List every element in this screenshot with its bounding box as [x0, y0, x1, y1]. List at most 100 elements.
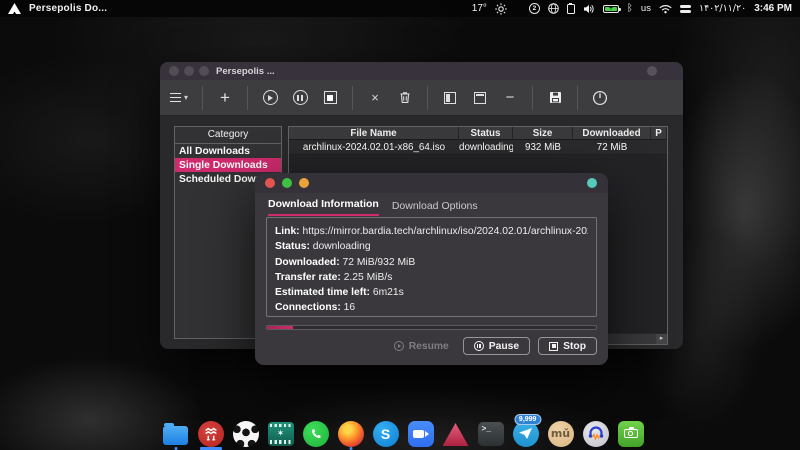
dock-item-telegram[interactable]: 9,999: [512, 420, 539, 447]
battery-charging-glyph: +: [609, 5, 613, 12]
volume-icon[interactable]: [583, 4, 595, 14]
table-header-row: File Name Status Size Downloaded P: [289, 127, 667, 140]
progress-fill: [267, 326, 293, 329]
download-progress-dialog: Download Information Download Options Li…: [255, 173, 608, 365]
globe-icon[interactable]: [548, 3, 559, 14]
minimize-window-button[interactable]: [184, 66, 194, 76]
window-icon: [474, 92, 486, 104]
column-header-progress[interactable]: P: [651, 127, 667, 139]
pause-download-button[interactable]: [292, 85, 308, 111]
column-header-status[interactable]: Status: [459, 127, 513, 139]
dock-item-musescore[interactable]: mǔ: [547, 420, 574, 447]
pause-button[interactable]: Pause: [463, 337, 530, 355]
sidebar-item-single-downloads[interactable]: Single Downloads: [175, 158, 281, 172]
battery-icon[interactable]: +: [603, 5, 619, 13]
menu-bar-clock[interactable]: 3:46 PM: [754, 3, 792, 14]
clock-icon: [592, 90, 608, 106]
remove-download-button[interactable]: ×: [367, 85, 383, 111]
clipboard-icon[interactable]: [567, 4, 575, 14]
weather-sun-icon[interactable]: [495, 3, 507, 15]
info-connections-value: 16: [344, 302, 355, 313]
save-floppy-icon: [549, 91, 562, 104]
info-link-value: https://mirror.bardia.tech/archlinux/iso…: [302, 226, 588, 237]
download-progress-bar: [266, 325, 597, 330]
film-strip-icon: ✶: [268, 422, 294, 446]
column-header-downloaded[interactable]: Downloaded: [573, 127, 651, 139]
info-status-label: Status:: [275, 241, 310, 252]
side-panel-icon: [444, 92, 456, 104]
add-download-button[interactable]: +: [217, 85, 233, 111]
main-window-titlebar[interactable]: Persepolis ...: [160, 62, 683, 80]
queue-panel-button[interactable]: [442, 85, 458, 111]
info-transfer-rate-label: Transfer rate:: [275, 272, 341, 283]
toolbar-divider: [427, 86, 428, 110]
dock-item-skype[interactable]: S: [372, 420, 399, 447]
active-app-name[interactable]: Persepolis Do...: [29, 3, 107, 14]
zoom-window-button[interactable]: [199, 66, 209, 76]
dock-item-camera[interactable]: [617, 420, 644, 447]
sidebar-item-all-downloads[interactable]: All Downloads: [175, 144, 281, 158]
stop-square-icon: [324, 91, 337, 104]
keyboard-layout-indicator[interactable]: us: [641, 3, 651, 14]
window-status-dot: [647, 66, 657, 76]
dock-item-persepolis[interactable]: [197, 420, 224, 447]
column-header-file-name[interactable]: File Name: [289, 127, 459, 139]
zoom-dialog-button[interactable]: [299, 178, 309, 188]
dock-item-finder[interactable]: [162, 420, 189, 447]
dock-item-zoom[interactable]: [407, 420, 434, 447]
dialog-titlebar[interactable]: [255, 173, 608, 193]
main-toolbar: ▾ + × −: [160, 80, 683, 116]
scrollbar-right-arrow[interactable]: ▸: [656, 334, 667, 344]
table-row[interactable]: archlinux-2024.02.01-x86_64.iso download…: [289, 140, 667, 155]
stop-square-icon: [549, 342, 558, 351]
apple-arch-menu-icon[interactable]: [8, 3, 21, 14]
tab-download-options[interactable]: Download Options: [392, 200, 478, 216]
cell-status: downloading: [459, 140, 513, 154]
info-status: Status: downloading: [275, 239, 588, 254]
download-info-box: Link: https://mirror.bardia.tech/archlin…: [266, 217, 597, 317]
sparkle-glyph: ✶: [277, 428, 285, 439]
resume-button-label: Resume: [409, 341, 449, 352]
temperature-status[interactable]: 17°: [472, 3, 487, 14]
column-header-size[interactable]: Size: [513, 127, 573, 139]
resume-button[interactable]: Resume: [388, 337, 455, 355]
tab-download-information[interactable]: Download Information: [268, 198, 379, 216]
musescore-icon: mǔ: [548, 421, 574, 447]
dock-item-terminal[interactable]: >_: [477, 420, 504, 447]
play-circle-icon: [394, 341, 404, 351]
minimize-dialog-button[interactable]: [282, 178, 292, 188]
toolbar-divider: [577, 86, 578, 110]
stop-download-button[interactable]: [322, 85, 338, 111]
control-center-icon[interactable]: [680, 5, 691, 13]
trash-button[interactable]: [397, 85, 413, 111]
dock-item-firefox[interactable]: [337, 420, 364, 447]
dialog-button-row: Resume Pause Stop: [266, 337, 597, 355]
menu-button[interactable]: ▾: [170, 85, 188, 111]
whatsapp-icon: [303, 421, 329, 447]
pause-circle-icon: [474, 341, 484, 351]
cell-size: 932 MiB: [513, 140, 573, 154]
notification-count-icon[interactable]: 2: [529, 3, 540, 14]
menu-bar-date[interactable]: ۱۴۰۲/۱۱/۲۰: [699, 3, 746, 14]
dock-item-audacity[interactable]: [582, 420, 609, 447]
wifi-icon[interactable]: [659, 4, 672, 14]
info-downloaded-value: 72 MiB/932 MiB: [343, 257, 416, 268]
resume-download-button[interactable]: [262, 85, 278, 111]
bluetooth-icon[interactable]: ᛒ: [627, 3, 633, 14]
dialog-accent-dot: [587, 178, 597, 188]
schedule-button[interactable]: [592, 85, 608, 111]
dock-item-soccer[interactable]: [232, 420, 259, 447]
play-circle-icon: [263, 90, 278, 105]
stop-button[interactable]: Stop: [538, 337, 597, 355]
info-link-label: Link:: [275, 226, 300, 237]
new-window-button[interactable]: [472, 85, 488, 111]
toolbar-divider: [202, 86, 203, 110]
minimize-row-button[interactable]: −: [502, 85, 518, 111]
close-dialog-button[interactable]: [265, 178, 275, 188]
dock-item-video-editor[interactable]: ✶: [267, 420, 294, 447]
pause-circle-icon: [293, 90, 308, 105]
dock-item-arch[interactable]: [442, 420, 469, 447]
save-queue-button[interactable]: [547, 85, 563, 111]
dock-item-whatsapp[interactable]: [302, 420, 329, 447]
close-window-button[interactable]: [169, 66, 179, 76]
